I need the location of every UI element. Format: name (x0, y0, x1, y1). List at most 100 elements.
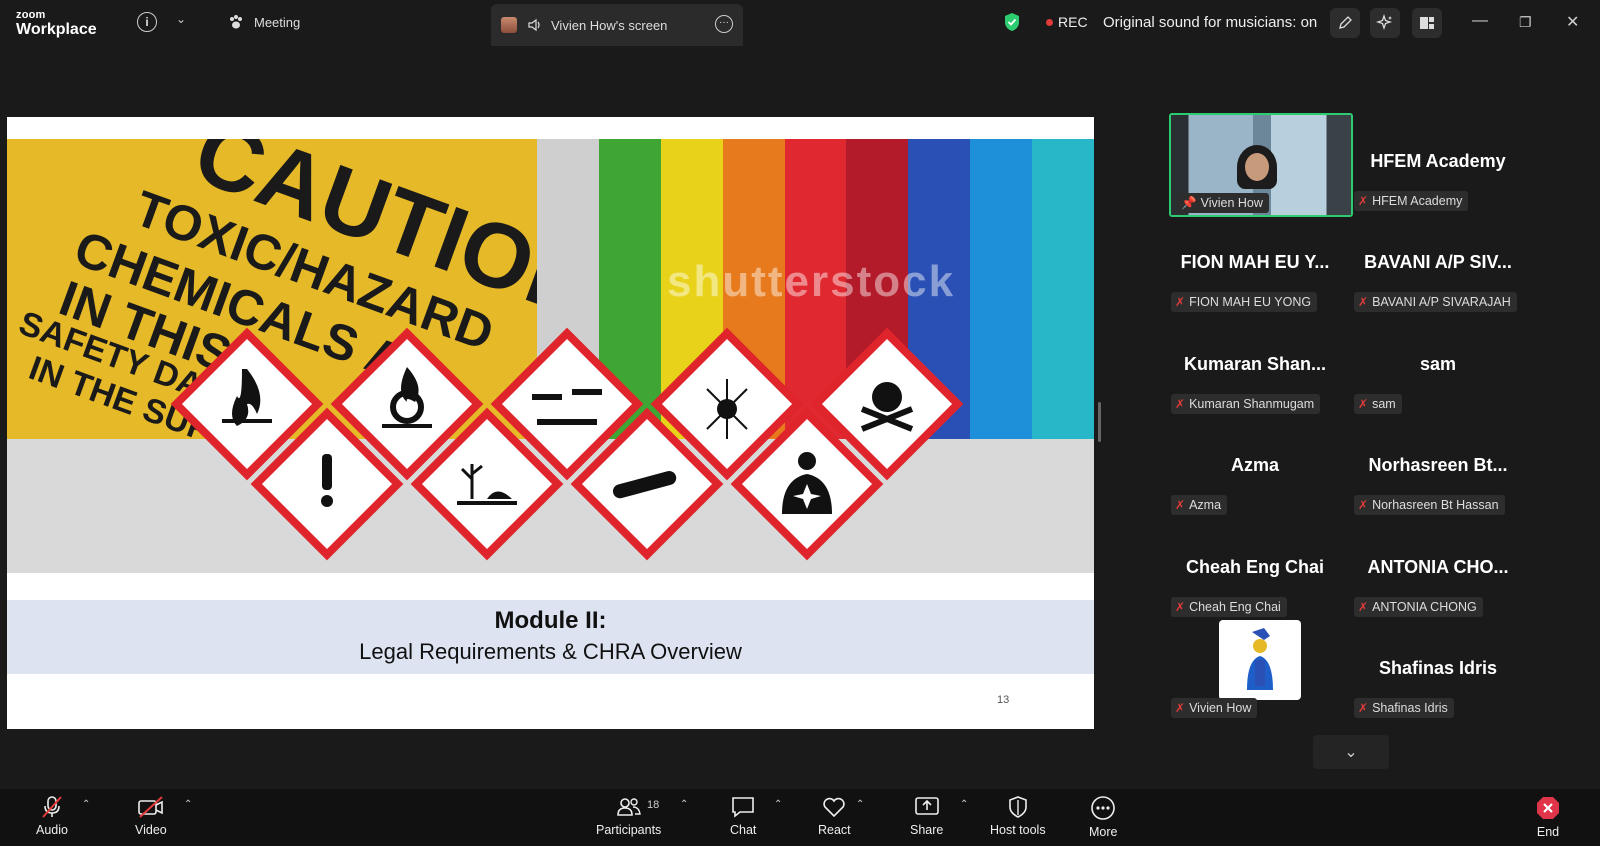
participants-options-caret-icon[interactable]: ⌃ (680, 799, 688, 810)
participants-label: Participants (596, 823, 662, 837)
view-layout-button[interactable] (1412, 8, 1442, 38)
restore-icon[interactable]: ❐ (1519, 14, 1532, 31)
participant-tag-text: Cheah Eng Chai (1189, 600, 1281, 614)
slide-title: Module II: (494, 607, 607, 634)
participant-tile[interactable]: Azma ✗ Azma (1163, 417, 1347, 521)
annotate-button[interactable] (1330, 8, 1360, 38)
rec-label: REC (1058, 14, 1088, 30)
audio-button[interactable]: Audio (36, 795, 68, 837)
participant-tag: ✗ Shafinas Idris (1354, 698, 1454, 718)
shield-icon (1008, 796, 1027, 818)
recording-indicator[interactable]: REC (1046, 14, 1088, 30)
react-button[interactable]: React (818, 795, 851, 837)
participant-tile[interactable]: Norhasreen Bt... ✗ Norhasreen Bt Hassan (1346, 417, 1530, 521)
participant-name: Kumaran Shan... (1183, 354, 1327, 374)
chat-button[interactable]: Chat (730, 795, 756, 837)
mic-muted-icon: ✗ (1358, 295, 1369, 309)
participant-tile[interactable]: Kumaran Shan... ✗ Kumaran Shanmugam (1163, 316, 1347, 420)
participant-tile[interactable]: Cheah Eng Chai ✗ Cheah Eng Chai (1163, 519, 1347, 623)
participant-name: HFEM Academy (1370, 151, 1506, 171)
mic-muted-icon (42, 796, 62, 818)
participant-tag: ✗ Norhasreen Bt Hassan (1354, 495, 1505, 515)
original-sound-status[interactable]: Original sound for musicians: on (1103, 14, 1317, 31)
screen-share-tab[interactable]: Vivien How's screen ··· (491, 4, 743, 46)
chat-options-caret-icon[interactable]: ⌃ (774, 799, 782, 810)
more-label: More (1089, 825, 1118, 839)
gallery-next-page-button[interactable]: ⌄ (1313, 735, 1389, 769)
mic-muted-icon: ✗ (1175, 498, 1186, 512)
self-avatar-tag-text: Vivien How (1189, 701, 1252, 715)
meeting-label: Meeting (254, 14, 301, 30)
end-button[interactable]: End (1535, 795, 1561, 839)
speaker-icon (528, 18, 540, 32)
self-avatar-tile[interactable]: ✗ Vivien How (1163, 620, 1347, 724)
participant-tile[interactable]: BAVANI A/P SIV... ✗ BAVANI A/P SIVARAJAH (1346, 214, 1530, 318)
participant-gallery: 📌 Vivien How HFEM Academy ✗ HFEM Academy F… (1160, 110, 1530, 730)
participant-tile[interactable]: HFEM Academy ✗ HFEM Academy (1346, 113, 1530, 217)
avatar (1219, 620, 1301, 700)
logo-line1: zoom (16, 9, 46, 21)
rec-dot-icon (1046, 18, 1053, 26)
host-tools-button[interactable]: Host tools (990, 795, 1046, 837)
slide-subtitle: Legal Requirements & CHRA Overview (359, 639, 742, 664)
participant-tile[interactable]: sam ✗ sam (1346, 316, 1530, 420)
meeting-menu[interactable]: Meeting (228, 14, 300, 30)
close-icon[interactable]: ✕ (1566, 12, 1579, 32)
self-video-tag-text: Vivien How (1200, 196, 1263, 210)
chevron-down-icon[interactable]: ⌄ (176, 12, 186, 26)
screen-tab-label: Vivien How's screen (551, 17, 668, 33)
self-video-tile[interactable]: 📌 Vivien How (1169, 113, 1353, 217)
end-label: End (1536, 825, 1560, 839)
video-options-caret-icon[interactable]: ⌃ (184, 799, 192, 810)
chevron-down-icon: ⌄ (1344, 744, 1358, 761)
slide-page-number: 13 (997, 694, 1010, 706)
react-options-caret-icon[interactable]: ⌃ (856, 799, 864, 810)
meeting-paw-icon (230, 15, 242, 29)
participant-name: Cheah Eng Chai (1185, 557, 1324, 577)
more-button[interactable]: More (1089, 795, 1117, 839)
participant-name: FION MAH EU Y... (1180, 252, 1330, 272)
participant-name: ANTONIA CHO... (1367, 557, 1509, 577)
host-tools-label: Host tools (990, 823, 1046, 837)
participant-tile[interactable]: Shafinas Idris ✗ Shafinas Idris (1346, 620, 1530, 724)
participant-tag-text: sam (1372, 397, 1396, 411)
participant-name: Azma (1230, 455, 1279, 475)
more-options-icon[interactable]: ··· (715, 15, 733, 33)
split-resize-handle[interactable] (1098, 402, 1101, 442)
mic-muted-icon: ✗ (1358, 498, 1369, 512)
pin-icon: 📌 (1181, 195, 1197, 210)
app-logo: zoom Workplace (16, 10, 97, 38)
participant-tag: ✗ FION MAH EU YONG (1171, 292, 1318, 312)
participant-tag-text: Norhasreen Bt Hassan (1372, 498, 1499, 512)
participant-tag-text: BAVANI A/P SIVARAJAH (1372, 295, 1511, 309)
participant-tile[interactable]: ANTONIA CHO... ✗ ANTONIA CHONG (1346, 519, 1530, 623)
video-label: Video (135, 823, 167, 837)
mic-muted-icon: ✗ (1175, 701, 1186, 715)
react-label: React (818, 823, 851, 837)
end-meeting-icon (1537, 797, 1559, 819)
more-icon (1091, 796, 1116, 820)
audio-options-caret-icon[interactable]: ⌃ (82, 799, 90, 810)
minimize-icon[interactable]: — (1472, 12, 1488, 30)
heart-icon (823, 797, 846, 818)
shared-slide: CAUTION TOXIC/HAZARD CHEMICALS A IN THIS… (7, 117, 1094, 729)
participant-tile[interactable]: FION MAH EU Y... ✗ FION MAH EU YONG (1163, 214, 1347, 318)
self-video-tag: 📌 Vivien How (1177, 193, 1269, 213)
encryption-shield-icon[interactable] (1003, 12, 1021, 32)
mic-muted-icon: ✗ (1175, 295, 1186, 309)
ai-companion-button[interactable] (1370, 8, 1400, 38)
participant-name: Shafinas Idris (1378, 658, 1498, 678)
share-options-caret-icon[interactable]: ⌃ (960, 799, 968, 810)
participant-name: Norhasreen Bt... (1368, 455, 1508, 475)
info-icon[interactable]: i (137, 12, 157, 32)
video-button[interactable]: Video (135, 795, 167, 837)
self-avatar-tag: ✗ Vivien How (1171, 698, 1258, 718)
video-off-icon (138, 796, 163, 818)
share-label: Share (910, 823, 944, 837)
presenter-avatar (501, 17, 517, 33)
participant-tag: ✗ HFEM Academy (1354, 191, 1469, 211)
participants-count: 18 (647, 799, 660, 811)
chat-icon (732, 797, 755, 818)
participant-tag: ✗ ANTONIA CHONG (1354, 597, 1483, 617)
share-button[interactable]: Share (910, 795, 943, 837)
